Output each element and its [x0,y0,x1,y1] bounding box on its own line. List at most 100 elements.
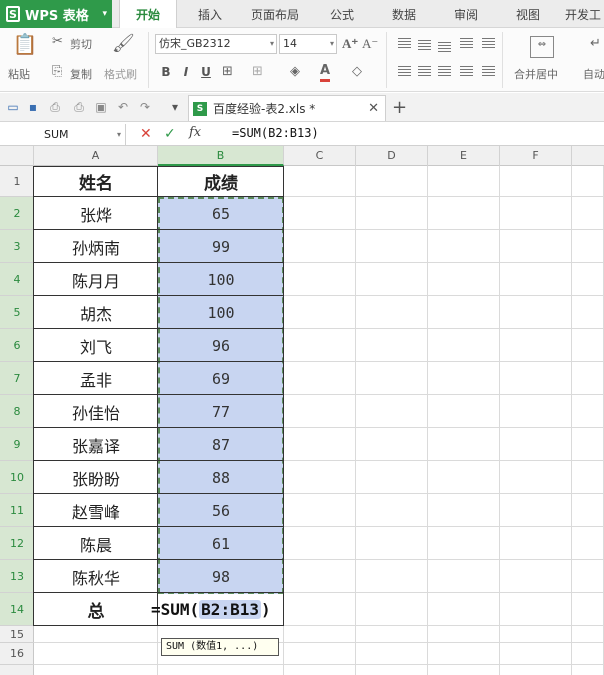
underline-button[interactable]: U [198,64,214,80]
open-folder-icon[interactable]: ▭ [6,100,20,114]
app-menu-button[interactable]: S WPS 表格 ▾ [0,0,112,28]
row-header-6[interactable]: 6 [0,329,34,362]
clear-format-icon[interactable]: ◇ [352,64,362,80]
cell-name[interactable]: 陈月月 [34,263,158,296]
cell-name[interactable]: 孟非 [34,362,158,395]
cell-name[interactable]: 胡杰 [34,296,158,329]
indent-increase-icon[interactable] [482,38,495,48]
autowrap-button[interactable]: 自动 [583,66,604,82]
cell-score[interactable]: 98 [158,560,284,593]
italic-button[interactable]: I [178,64,194,80]
borders-icon[interactable]: ⊞ [222,64,233,80]
row-header-13[interactable]: 13 [0,560,34,593]
justify-icon[interactable] [460,66,473,76]
chevron-down-icon[interactable]: ▾ [168,100,182,114]
tab-data[interactable]: 数据 [377,0,431,28]
column-header-d[interactable]: D [356,146,428,166]
cell-name[interactable]: 张烨 [34,197,158,230]
column-header-b[interactable]: B [158,146,284,166]
cell-score[interactable]: 100 [158,263,284,296]
row-header-3[interactable]: 3 [0,230,34,263]
cell-name[interactable]: 陈秋华 [34,560,158,593]
cell-score[interactable]: 65 [158,197,284,230]
row-header-1[interactable]: 1 [0,166,34,197]
cell-name[interactable]: 陈晨 [34,527,158,560]
tab-home[interactable]: 开始 [119,0,177,28]
print-icon[interactable]: ⎙ [72,100,86,114]
distribute-icon[interactable] [482,66,495,76]
column-header-e[interactable]: E [428,146,500,166]
tab-insert[interactable]: 插入 [183,0,237,28]
paste-button[interactable]: 粘贴 [8,66,30,82]
confirm-formula-icon[interactable]: ✓ [164,126,176,142]
align-center-icon[interactable] [418,66,431,76]
row-header-8[interactable]: 8 [0,395,34,428]
print-preview-icon[interactable]: ⎙ [48,100,62,114]
export-pdf-icon[interactable]: ▣ [94,100,108,114]
redo-icon[interactable]: ↷ [138,100,152,114]
column-header-g[interactable] [572,146,604,166]
select-all-corner[interactable] [0,146,34,166]
merge-center-button[interactable]: 合并居中 [514,66,558,82]
row-header-4[interactable]: 4 [0,263,34,296]
cell-score[interactable]: 87 [158,428,284,461]
font-color-icon[interactable]: A [320,63,331,82]
indent-decrease-icon[interactable] [460,38,473,48]
save-icon[interactable]: ▪ [26,100,40,114]
cell-header-name[interactable]: 姓名 [34,166,158,197]
row-header-2[interactable]: 2 [0,197,34,230]
cell-header-score[interactable]: 成绩 [158,166,284,197]
cell-name[interactable]: 赵雪峰 [34,494,158,527]
align-middle-icon[interactable] [418,40,431,50]
copy-icon[interactable]: ⎘ [52,64,62,80]
row-header-9[interactable]: 9 [0,428,34,461]
formula-input[interactable]: =SUM(B2:B13) [232,126,319,140]
copy-button[interactable]: 复制 [70,66,92,82]
row-header-7[interactable]: 7 [0,362,34,395]
row-header-10[interactable]: 10 [0,461,34,494]
column-header-a[interactable]: A [34,146,158,166]
cell-formula-editor[interactable]: =SUM(B2:B13) [151,600,271,619]
row-header-5[interactable]: 5 [0,296,34,329]
align-left-icon[interactable] [398,66,411,76]
fill-color-icon[interactable]: ◈ [290,64,300,80]
cell-total-label[interactable]: 总 [34,593,158,626]
font-size-combo[interactable]: 14 ▾ [279,34,337,54]
merge-center-icon[interactable]: ⇔ [530,36,554,58]
format-painter-button[interactable]: 格式刷 [104,66,137,82]
cell-name[interactable]: 张盼盼 [34,461,158,494]
format-painter-icon[interactable]: 🖌 [112,35,135,53]
close-icon[interactable]: ✕ [368,101,379,116]
bold-button[interactable]: B [158,64,174,80]
cell-score[interactable]: 99 [158,230,284,263]
cell-name[interactable]: 孙佳怡 [34,395,158,428]
new-tab-icon[interactable]: + [392,97,407,118]
cell-score[interactable]: 56 [158,494,284,527]
align-top-icon[interactable] [398,38,411,48]
cell-name[interactable]: 刘飞 [34,329,158,362]
cut-button[interactable]: 剪切 [70,36,92,52]
column-header-f[interactable]: F [500,146,572,166]
font-shrink-icon[interactable]: A⁻ [362,36,378,52]
align-right-icon[interactable] [438,66,451,76]
cell-score[interactable]: 77 [158,395,284,428]
merge-borders-icon[interactable]: ⊞ [252,64,263,80]
row-header-16[interactable]: 16 [0,643,34,665]
document-tab[interactable]: S 百度经验-表2.xls * ✕ [188,95,386,121]
cell-score[interactable]: 96 [158,329,284,362]
undo-icon[interactable]: ↶ [116,100,130,114]
row-header-12[interactable]: 12 [0,527,34,560]
tab-review[interactable]: 审阅 [439,0,493,28]
cell-name[interactable]: 张嘉译 [34,428,158,461]
paste-icon[interactable]: 📋 [12,34,38,60]
cancel-formula-icon[interactable]: ✕ [140,126,152,142]
row-header-14[interactable]: 14 [0,593,34,626]
tab-view[interactable]: 视图 [501,0,555,28]
row-header-11[interactable]: 11 [0,494,34,527]
align-bottom-icon[interactable] [438,42,451,52]
cell-score[interactable]: 88 [158,461,284,494]
cell-name[interactable]: 孙炳南 [34,230,158,263]
font-name-combo[interactable]: 仿宋_GB2312 ▾ [155,34,277,54]
scissors-icon[interactable]: ✂ [52,34,63,50]
wrap-text-icon[interactable]: ↵ [590,36,601,52]
